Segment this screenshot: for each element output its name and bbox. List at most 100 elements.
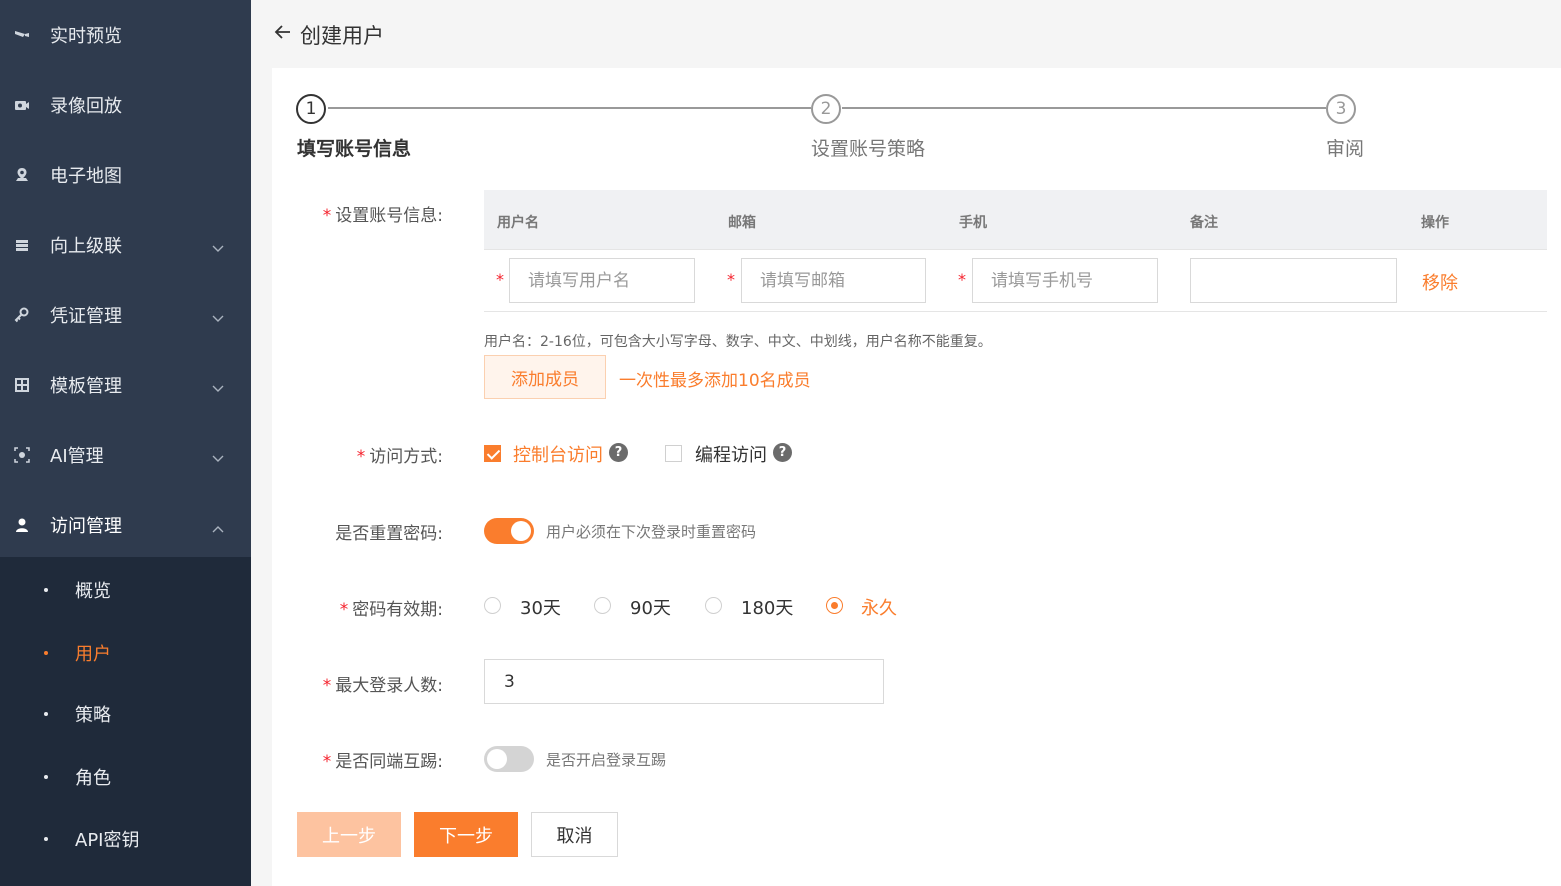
step-3-title: 审阅 [1326,138,1365,160]
step-1-circle: 1 [296,94,326,124]
validity-180-radio[interactable] [705,597,722,614]
sidebar-subitem-policies[interactable]: 策略 [0,684,251,744]
validity-30-label[interactable]: 30天 [520,594,561,620]
kick-same-end-label-text: 是否同端互踢: [335,752,443,772]
validity-90-label[interactable]: 90天 [630,594,671,620]
sidebar-item-label: AI管理 [50,446,104,467]
sidebar-item-ai[interactable]: AI管理 [0,420,251,490]
column-header-email: 邮箱 [728,215,756,231]
sidebar-item-label: 凭证管理 [50,306,122,327]
map-pin-icon [14,167,30,183]
sidebar-item-credentials[interactable]: 凭证管理 [0,280,251,350]
remark-input[interactable] [1190,258,1397,303]
help-icon[interactable]: ? [773,443,792,462]
sidebar-subitem-label: 用户 [75,644,111,665]
add-member-button[interactable]: 添加成员 [484,355,606,399]
sidebar-subitem-label: 策略 [75,705,111,726]
programmatic-access-checkbox[interactable] [665,445,682,462]
page-title: 创建用户 [300,24,384,48]
playback-icon [14,97,30,113]
required-mark: * [727,270,735,289]
column-header-action: 操作 [1421,215,1449,231]
chevron-down-icon [212,447,224,468]
account-table: 用户名 邮箱 手机 备注 操作 * * * 移除 [484,190,1547,312]
sidebar-item-map[interactable]: 电子地图 [0,140,251,210]
sidebar-item-label: 录像回放 [50,96,122,117]
sidebar-item-label: 访问管理 [50,516,122,537]
back-arrow-icon[interactable] [273,22,293,42]
validity-30-radio[interactable] [484,597,501,614]
kick-same-end-label: * 是否同端互踢: [322,752,443,772]
access-method-label: * 访问方式: [356,447,443,467]
toggle-knob [511,521,531,541]
step-2-title: 设置账号策略 [811,138,926,160]
chevron-down-icon [212,237,224,258]
chevron-down-icon [212,377,224,398]
access-method-label-text: 访问方式: [369,447,443,467]
prev-step-button[interactable]: 上一步 [297,812,401,857]
console-access-label[interactable]: 控制台访问 [513,441,603,467]
server-stack-icon [14,237,30,253]
next-step-button[interactable]: 下一步 [414,812,518,857]
sidebar-item-live-preview[interactable]: 实时预览 [0,0,251,70]
sidebar-item-templates[interactable]: 模板管理 [0,350,251,420]
validity-permanent-radio[interactable] [826,597,843,614]
step-1-title: 填写账号信息 [297,138,412,160]
page-header: 创建用户 [251,0,1561,68]
cancel-button[interactable]: 取消 [531,812,618,857]
phone-input[interactable] [972,258,1158,303]
max-login-label: * 最大登录人数: [322,676,443,696]
required-mark: * [958,270,966,289]
password-validity-label-text: 密码有效期: [352,600,443,620]
username-input[interactable] [509,258,695,303]
email-input[interactable] [741,258,926,303]
sidebar-subitem-users[interactable]: 用户 [0,623,251,683]
validity-permanent-label[interactable]: 永久 [861,594,897,620]
sidebar-subitem-label: API密钥 [75,830,140,851]
step-connector [328,107,811,109]
password-validity-label: * 密码有效期: [339,600,443,620]
reset-password-label: 是否重置密码: [335,524,443,544]
max-login-label-text: 最大登录人数: [335,676,443,696]
help-icon[interactable]: ? [609,443,628,462]
key-icon [14,307,30,323]
ai-scan-icon [14,447,30,463]
bullet-dot [44,588,48,592]
reset-password-toggle[interactable] [484,518,534,544]
sidebar-item-access[interactable]: 访问管理 [0,490,251,560]
validity-90-radio[interactable] [594,597,611,614]
sidebar-item-label: 向上级联 [50,236,122,257]
account-table-header: 用户名 邮箱 手机 备注 操作 [484,190,1547,250]
sidebar-item-cascade[interactable]: 向上级联 [0,210,251,280]
sidebar-subitem-overview[interactable]: 概览 [0,560,251,620]
step-2-circle: 2 [811,94,841,124]
kick-same-end-toggle[interactable] [484,746,534,772]
remove-row-link[interactable]: 移除 [1422,269,1458,295]
sidebar-subitem-api-keys[interactable]: API密钥 [0,809,251,869]
account-info-label: * 设置账号信息: [322,206,443,226]
validity-180-label[interactable]: 180天 [741,594,793,620]
sidebar-item-label: 电子地图 [50,166,122,187]
max-login-input[interactable] [484,659,884,704]
username-hint: 用户名：2-16位，可包含大小写字母、数字、中文、中划线，用户名称不能重复。 [484,334,992,350]
sidebar-item-playback[interactable]: 录像回放 [0,70,251,140]
programmatic-access-label[interactable]: 编程访问 [695,441,767,467]
bullet-dot [44,775,48,779]
sidebar: 实时预览 录像回放 电子地图 向上级联 凭证管理 模板管理 AI管理 访问管理 … [0,0,251,886]
sidebar-item-label: 实时预览 [50,26,122,47]
step-3-circle: 3 [1326,94,1356,124]
sidebar-subitem-roles[interactable]: 角色 [0,747,251,807]
reset-password-description: 用户必须在下次登录时重置密码 [546,523,757,541]
console-access-checkbox[interactable] [484,445,501,462]
chevron-up-icon [212,517,224,538]
account-info-label-text: 设置账号信息: [335,206,443,226]
chevron-down-icon [212,307,224,328]
stepper: 1 2 3 填写账号信息 设置账号策略 审阅 [296,92,1561,172]
kick-same-end-description: 是否开启登录互踢 [546,751,667,769]
bullet-dot [44,651,48,655]
column-header-phone: 手机 [959,215,987,231]
access-submenu: 概览 用户 策略 角色 API密钥 [0,557,251,886]
toggle-knob [487,749,507,769]
sidebar-subitem-label: 角色 [75,768,111,789]
add-member-hint: 一次性最多添加10名成员 [619,371,811,391]
